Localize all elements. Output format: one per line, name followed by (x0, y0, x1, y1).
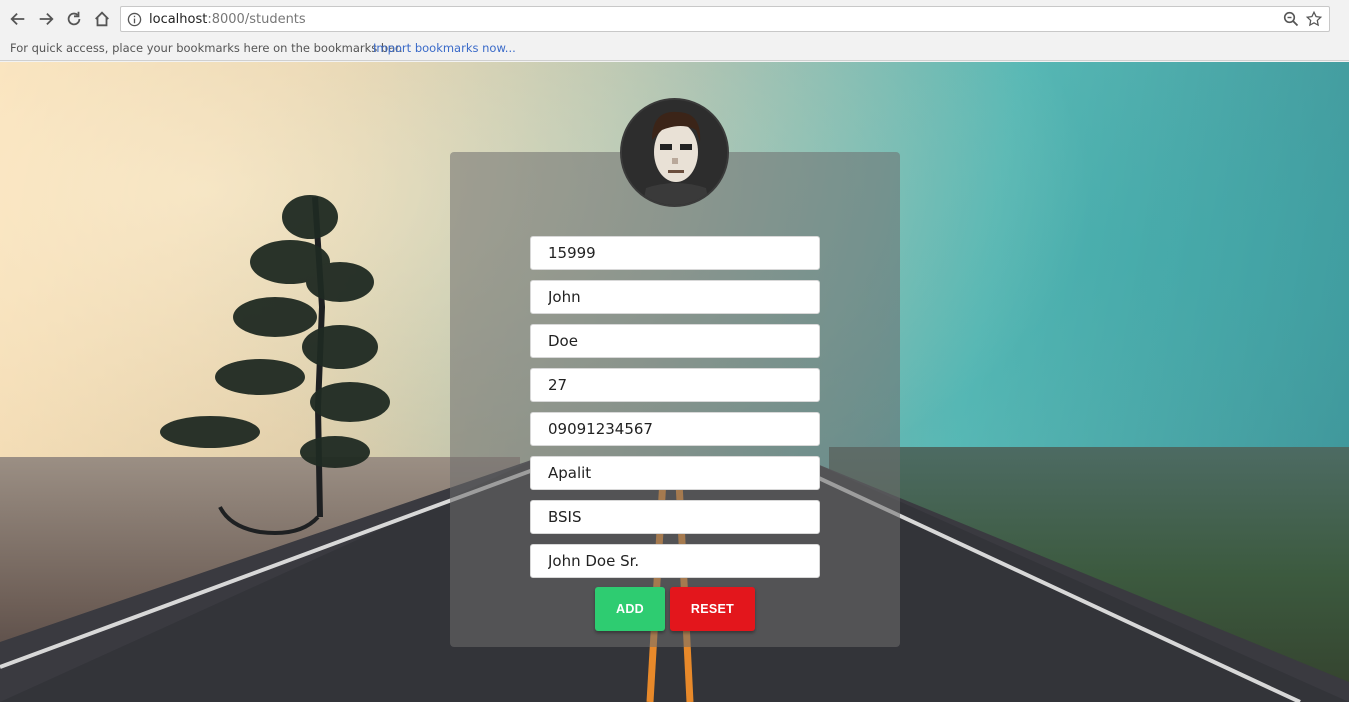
first-name-field[interactable] (530, 280, 820, 314)
contact-number-field[interactable] (530, 412, 820, 446)
bookmarks-bar: For quick access, place your bookmarks h… (0, 37, 1349, 61)
avatar (620, 98, 729, 207)
reset-button[interactable]: RESET (670, 587, 755, 631)
import-bookmarks-link[interactable]: Import bookmarks now... (373, 41, 516, 55)
course-field[interactable] (530, 500, 820, 534)
add-button[interactable]: ADD (595, 587, 665, 631)
bookmarks-message: For quick access, place your bookmarks h… (10, 41, 403, 55)
bookmark-star-icon[interactable] (1305, 10, 1323, 28)
reload-icon[interactable] (63, 8, 85, 30)
zoom-icon[interactable] (1283, 11, 1299, 27)
age-field[interactable] (530, 368, 820, 402)
guardian-field[interactable] (530, 544, 820, 578)
home-icon[interactable] (91, 8, 113, 30)
back-icon[interactable] (7, 8, 29, 30)
browser-toolbar: localhost:8000/students (0, 0, 1349, 37)
address-field[interactable] (530, 456, 820, 490)
avatar-image (622, 100, 727, 205)
student-id-field[interactable] (530, 236, 820, 270)
info-icon[interactable] (127, 12, 142, 27)
background-tree (160, 195, 390, 535)
last-name-field[interactable] (530, 324, 820, 358)
forward-icon[interactable] (35, 8, 57, 30)
address-bar[interactable]: localhost:8000/students (120, 6, 1330, 32)
url-text[interactable]: localhost:8000/students (149, 12, 306, 27)
